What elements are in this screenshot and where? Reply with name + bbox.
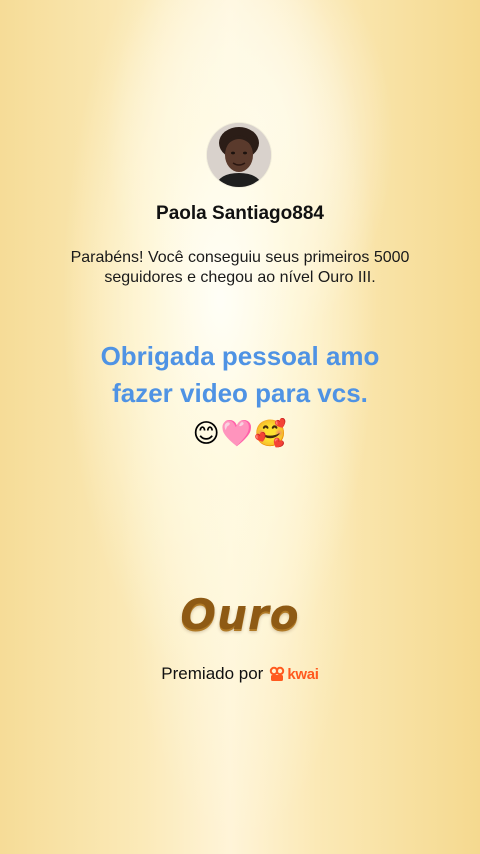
caption-line-2: fazer video para vcs.	[112, 378, 368, 408]
caption-emojis: 😊🩷🥰	[192, 418, 288, 448]
username: Paola Santiago884	[156, 203, 324, 224]
achievement-message: Parabéns! Você conseguiu seus primeiros …	[70, 249, 410, 286]
awarded-by-label: Premiado por	[161, 664, 264, 683]
caption-line-1: Obrigada pessoal amo	[100, 341, 380, 371]
kwai-logo-icon	[270, 666, 285, 681]
kwai-brand-text: kwai	[287, 665, 319, 683]
awarded-by: Premiado por kwai	[0, 664, 480, 684]
user-caption: Obrigada pessoal amo fazer video para vc…	[40, 338, 440, 412]
kwai-logo: kwai	[269, 665, 319, 683]
avatar	[207, 123, 271, 187]
level-badge-title: Ouro	[180, 590, 300, 639]
profile-photo-icon	[207, 123, 271, 187]
achievement-screen: Paola Santiago884 Parabéns! Você consegu…	[0, 0, 480, 854]
